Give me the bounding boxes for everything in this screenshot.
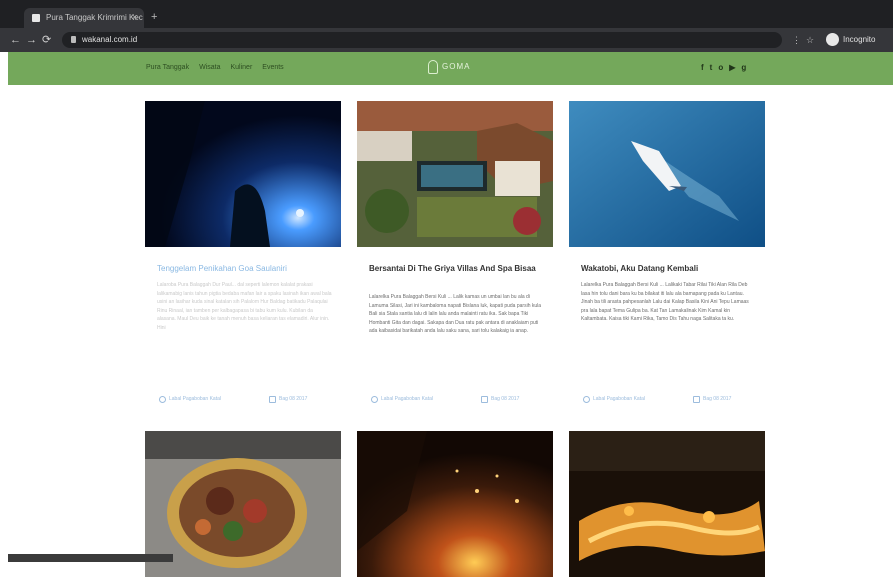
url-text: wakanal.com.id: [82, 35, 138, 44]
cave-image[interactable]: [145, 101, 341, 247]
article-card[interactable]: Bersantai Di The Griya Villas And Spa Bi…: [357, 101, 553, 417]
article-author[interactable]: Labal Pagaboban Katal: [583, 395, 645, 403]
user-icon: [371, 395, 378, 403]
youtube-icon[interactable]: ▶: [729, 63, 735, 73]
instagram-icon[interactable]: o: [718, 63, 723, 73]
fire-ceremony-image[interactable]: [569, 431, 765, 577]
article-title[interactable]: Wakatobi, Aku Datang Kembali: [581, 263, 756, 275]
facebook-icon[interactable]: f: [701, 63, 704, 73]
calendar-icon: [481, 395, 488, 403]
site-header: Pura Tanggak Wisata Kuliner Events GOMA …: [8, 52, 893, 85]
article-card[interactable]: [569, 431, 765, 577]
social-links: f t o ▶ g: [701, 63, 746, 73]
menu-item-wisata[interactable]: Wisata: [199, 62, 220, 74]
tab-close-icon[interactable]: ×: [132, 13, 137, 22]
menu-item-kuliner[interactable]: Kuliner: [230, 62, 252, 74]
fire-sparks-image[interactable]: [357, 431, 553, 577]
browser-titlebar: Pura Tanggak Krimrimi Kec × +: [0, 0, 893, 28]
new-tab-button[interactable]: +: [151, 12, 157, 23]
article-card[interactable]: Wakatobi, Aku Datang Kembali Lalarelka P…: [569, 101, 765, 417]
article-author[interactable]: Labal Pagaboban Katal: [159, 395, 221, 403]
article-title[interactable]: Tenggelam Penikahan Goa Saulaniri: [157, 263, 332, 275]
article-date: Bag 08 2017: [269, 395, 307, 403]
main-menu: Pura Tanggak Wisata Kuliner Events: [146, 62, 284, 74]
article-author[interactable]: Labal Pagaboban Katal: [371, 395, 433, 403]
user-icon: [159, 395, 166, 403]
bookmark-star-icon[interactable]: ☆: [806, 34, 814, 46]
profile-label: Incognito: [843, 35, 876, 44]
calendar-icon: [693, 395, 700, 403]
menu-item-events[interactable]: Events: [262, 62, 283, 74]
menu-icon[interactable]: ⋮: [792, 34, 801, 46]
article-excerpt: Lalaroba Pura Balaggah Dur Paul... dal s…: [157, 282, 332, 331]
forward-button[interactable]: →: [26, 34, 37, 46]
status-bar: [8, 554, 173, 562]
favicon-icon: [32, 14, 40, 22]
browser-tab[interactable]: Pura Tanggak Krimrimi Kec: [24, 8, 144, 28]
tab-title: Pura Tanggak Krimrimi Kec: [46, 13, 143, 22]
google-plus-icon[interactable]: g: [741, 63, 746, 73]
user-icon: [583, 395, 590, 403]
boat-image[interactable]: [569, 101, 765, 247]
browser-toolbar: ← → ⟳ wakanal.com.id ⋮ ☆ Incognito: [0, 28, 893, 52]
villa-image[interactable]: [357, 101, 553, 247]
logo-mark-icon: [428, 60, 438, 74]
article-card[interactable]: Tenggelam Penikahan Goa Saulaniri Lalaro…: [145, 101, 341, 417]
calendar-icon: [269, 395, 276, 403]
reload-button[interactable]: ⟳: [42, 34, 51, 46]
article-card[interactable]: [357, 431, 553, 577]
lock-icon: [71, 36, 76, 43]
article-excerpt: Lalarelka Pura Balaggah Bersi Kuli ... L…: [369, 294, 542, 334]
article-excerpt: Lalarelka Pura Balaggah Bersi Kuli ... L…: [581, 282, 749, 322]
site-logo[interactable]: GOMA: [428, 59, 488, 79]
back-button[interactable]: ←: [10, 34, 21, 46]
address-bar[interactable]: wakanal.com.id: [62, 32, 782, 48]
profile-button[interactable]: Incognito: [826, 32, 884, 48]
article-date: Bag 08 2017: [481, 395, 519, 403]
article-title[interactable]: Bersantai Di The Griya Villas And Spa Bi…: [369, 263, 544, 275]
logo-text: GOMA: [442, 62, 471, 71]
article-card[interactable]: [145, 431, 341, 577]
incognito-icon: [826, 33, 839, 46]
twitter-icon[interactable]: t: [710, 63, 713, 73]
food-image[interactable]: [145, 431, 341, 577]
article-date: Bag 08 2017: [693, 395, 731, 403]
menu-item-pura[interactable]: Pura Tanggak: [146, 62, 189, 74]
